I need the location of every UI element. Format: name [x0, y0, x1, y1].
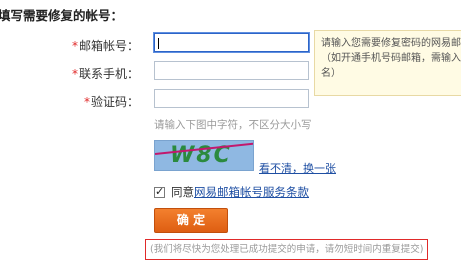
- required-mark: *: [83, 95, 90, 109]
- email-input[interactable]: [154, 33, 309, 52]
- refresh-captcha-link[interactable]: 看不清，换一张: [259, 160, 336, 176]
- agree-prefix: 同意: [171, 185, 194, 199]
- captcha-hint: 请输入下图中字符，不区分大小写: [154, 119, 312, 131]
- captcha-label-text: 验证码：: [90, 95, 139, 109]
- confirm-button[interactable]: 确 定: [154, 208, 228, 233]
- phone-label-text: 联系手机：: [78, 67, 139, 81]
- tip-line-2: （如开通手机号码邮箱，需输入主帐: [321, 53, 461, 64]
- phone-label: *联系手机：: [44, 65, 139, 82]
- email-label: *邮箱帐号：: [44, 37, 139, 54]
- agree-checkbox[interactable]: [154, 185, 165, 198]
- terms-link[interactable]: 网易邮箱帐号服务条款: [194, 184, 309, 200]
- captcha-label: *验证码：: [44, 93, 139, 110]
- required-mark: *: [71, 39, 78, 53]
- tip-line-3: 名）: [321, 68, 341, 79]
- captcha-input[interactable]: [154, 89, 309, 108]
- tip-line-1: 请输入您需要修复密码的网易邮箱帐: [321, 38, 461, 49]
- submit-notice: (我们将尽快为您处理已成功提交的申请，请勿短时间内重复提交): [145, 239, 428, 260]
- captcha-image[interactable]: W8C: [154, 140, 254, 171]
- required-mark: *: [71, 67, 78, 81]
- email-label-text: 邮箱帐号：: [78, 39, 139, 53]
- text-caret: [158, 38, 159, 49]
- email-tip-box: 请输入您需要修复密码的网易邮箱帐 （如开通手机号码邮箱，需输入主帐 名）: [314, 30, 461, 96]
- section-title: 填写需要修复的帐号：: [0, 8, 124, 23]
- phone-input[interactable]: [154, 61, 309, 80]
- agreement-row: 同意网易邮箱帐号服务条款: [154, 184, 309, 200]
